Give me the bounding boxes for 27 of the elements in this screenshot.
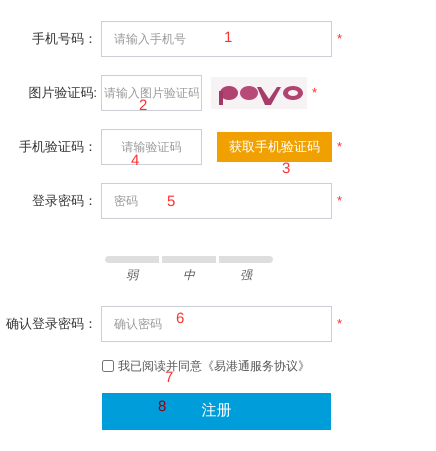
required-mark: * [337, 30, 342, 48]
field-label: 图片验证码: [27, 84, 98, 102]
field-label: 登录密码： [31, 192, 98, 210]
annotation-number: 7 [165, 370, 174, 385]
strength-label: 弱 [126, 267, 138, 284]
agreement-text: 我已阅读并同意《易港通服务协议》 [118, 359, 310, 373]
strength-label: 强 [240, 267, 252, 284]
annotation-number: 3 [282, 161, 290, 176]
required-mark: * [337, 315, 342, 334]
field-label: 确认登录密码： [5, 315, 98, 334]
strength-bar [162, 256, 216, 263]
field-label: 手机验证码： [18, 138, 98, 156]
annotation-number: 5 [167, 194, 176, 209]
required-mark: * [337, 138, 342, 156]
annotation-number: 2 [139, 98, 148, 113]
annotation-number: 6 [176, 311, 184, 326]
field-label: 手机号码： [31, 30, 98, 48]
annotation-number: 1 [224, 30, 232, 45]
annotation-number: 4 [131, 153, 140, 168]
required-mark: * [312, 84, 318, 102]
send-code-button[interactable]: 获取手机验证码 [217, 132, 332, 162]
strength-bar [219, 256, 273, 263]
required-mark: * [337, 192, 342, 210]
annotation-number: 8 [158, 399, 166, 414]
strength-label: 中 [183, 267, 195, 284]
checkbox[interactable] [102, 360, 114, 372]
strength-bar [105, 256, 159, 263]
